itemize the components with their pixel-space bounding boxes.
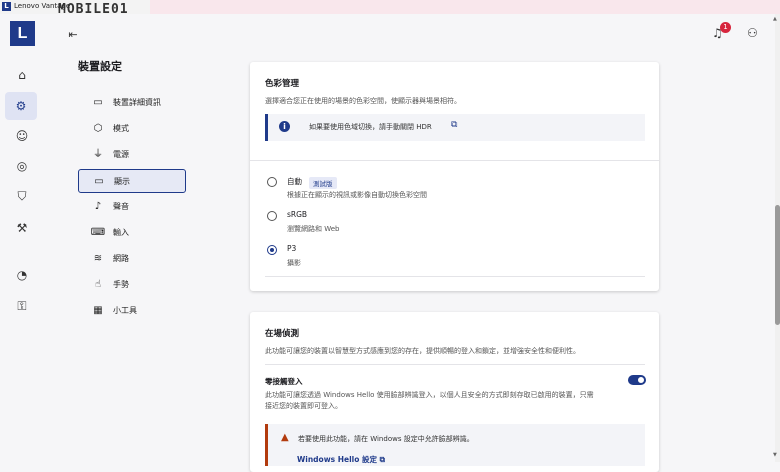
warning-text: 若要使用此功能，請在 Windows 設定中允許臉部辨識。: [298, 435, 474, 443]
display-icon: ▭: [94, 176, 104, 187]
collapse-menu-icon[interactable]: ⇤: [66, 28, 80, 42]
external-link-icon: ⧉: [379, 455, 385, 464]
settings-menu-gesture[interactable]: ☝ 手勢: [78, 273, 186, 297]
home-icon[interactable]: ⌂: [12, 65, 32, 85]
notification-badge: 1: [720, 22, 731, 33]
menu-item-label: 顯示: [114, 177, 130, 186]
warning-icon: ▲: [281, 432, 289, 443]
menu-item-label: 手勢: [113, 280, 129, 289]
toolbox-icon[interactable]: ⚒: [12, 218, 32, 238]
presence-detection-description: 此功能可讓您的裝置以智慧型方式感應到您的存在，提供順暢的登入和鎖定，並增強安全性…: [265, 347, 580, 355]
power-plug-icon: ⏚: [93, 149, 103, 160]
face-recognition-warning-box: ▲ 若要使用此功能，請在 Windows 設定中允許臉部辨識。 Windows …: [265, 424, 645, 466]
scroll-up-arrow-icon[interactable]: ▲: [773, 16, 777, 22]
settings-menu-mode[interactable]: ⬡ 模式: [78, 117, 186, 141]
scrollbar-thumb[interactable]: [775, 205, 780, 325]
radio-auto[interactable]: [267, 177, 277, 187]
app-icon: L: [2, 2, 11, 11]
gesture-icon: ☝: [94, 279, 102, 290]
radar-icon[interactable]: ◎: [12, 156, 32, 176]
windows-hello-link-label: Windows Hello 設定: [297, 455, 377, 464]
menu-item-label: 電源: [113, 150, 129, 159]
zero-touch-description-line2: 接近您的裝置即可登入。: [265, 402, 342, 410]
option-auto-label: 自動: [287, 177, 302, 186]
option-divider: [265, 276, 645, 277]
zero-touch-description-line1: 此功能可讓您透過 Windows Hello 使用臉部辨識登入，以個人且安全的方…: [265, 391, 594, 399]
settings-menu-network[interactable]: ≋ 網路: [78, 247, 186, 271]
menu-item-label: 模式: [113, 124, 129, 133]
gear-icon[interactable]: ⚙: [5, 92, 37, 120]
menu-item-label: 聲音: [113, 202, 129, 211]
menu-item-label: 網路: [113, 254, 129, 263]
section-divider: [250, 160, 659, 161]
lenovo-logo: L: [10, 21, 35, 46]
presence-divider: [265, 364, 645, 365]
title-bar-accent: [150, 0, 780, 14]
color-management-title: 色彩管理: [265, 79, 300, 89]
settings-menu-input[interactable]: ⌨ 輸入: [78, 221, 186, 245]
option-srgb-description: 瀏覽網路和 Web: [287, 225, 340, 233]
music-note-icon: ♪: [94, 201, 102, 212]
lock-icon[interactable]: ⚿: [12, 296, 32, 316]
option-p3-description: 攝影: [287, 259, 301, 267]
option-p3-label: P3: [287, 244, 297, 253]
color-management-description: 選擇適合您正在使用的場景的色彩空間，使顯示器與場景相符。: [265, 97, 461, 105]
mode-icon: ⬡: [93, 123, 103, 134]
hdr-info-text: 如果要使用色域切換，請手動關閉 HDR: [309, 123, 432, 131]
settings-menu-audio[interactable]: ♪ 聲音: [78, 195, 186, 219]
beta-badge: 測試版: [309, 177, 337, 189]
radio-srgb[interactable]: [267, 211, 277, 221]
zero-touch-login-label: 零接觸登入: [265, 377, 303, 386]
settings-menu-widgets[interactable]: ▦ 小工具: [78, 299, 186, 323]
menu-item-label: 裝置詳細資訊: [113, 98, 161, 107]
widgets-icon: ▦: [93, 305, 103, 316]
settings-menu-device-details[interactable]: ▭ 裝置詳細資訊: [78, 91, 186, 115]
user-icon[interactable]: ⚇: [747, 26, 758, 40]
speedometer-icon[interactable]: ◔: [12, 265, 32, 285]
presence-detection-title: 在場偵測: [265, 329, 300, 339]
hdr-info-box: i 如果要使用色域切換，請手動關閉 HDR ⧉: [265, 114, 645, 141]
keyboard-icon: ⌨: [90, 227, 106, 238]
wifi-icon: ≋: [93, 253, 103, 264]
laptop-icon: ▭: [93, 97, 103, 108]
menu-item-label: 小工具: [113, 306, 137, 315]
settings-menu-power[interactable]: ⏚ 電源: [78, 143, 186, 167]
option-srgb-label: sRGB: [287, 210, 308, 219]
external-link-icon[interactable]: ⧉: [451, 120, 457, 130]
option-auto-description: 根據正在顯示的視訊或影像自動切換色彩空間: [287, 191, 427, 199]
scroll-down-arrow-icon[interactable]: ▼: [773, 452, 777, 458]
menu-item-label: 輸入: [113, 228, 129, 237]
account-icon[interactable]: ☺: [12, 126, 32, 146]
settings-menu-display[interactable]: ▭ 顯示: [78, 169, 186, 193]
info-icon: i: [279, 121, 290, 132]
windows-hello-settings-link[interactable]: Windows Hello 設定 ⧉: [297, 454, 385, 465]
shield-icon[interactable]: ⛉: [12, 186, 32, 206]
radio-p3[interactable]: [267, 245, 277, 255]
zero-touch-login-toggle[interactable]: [628, 375, 646, 385]
watermark-logo: MOBILE01: [58, 2, 129, 17]
page-title: 裝置設定: [78, 60, 122, 73]
